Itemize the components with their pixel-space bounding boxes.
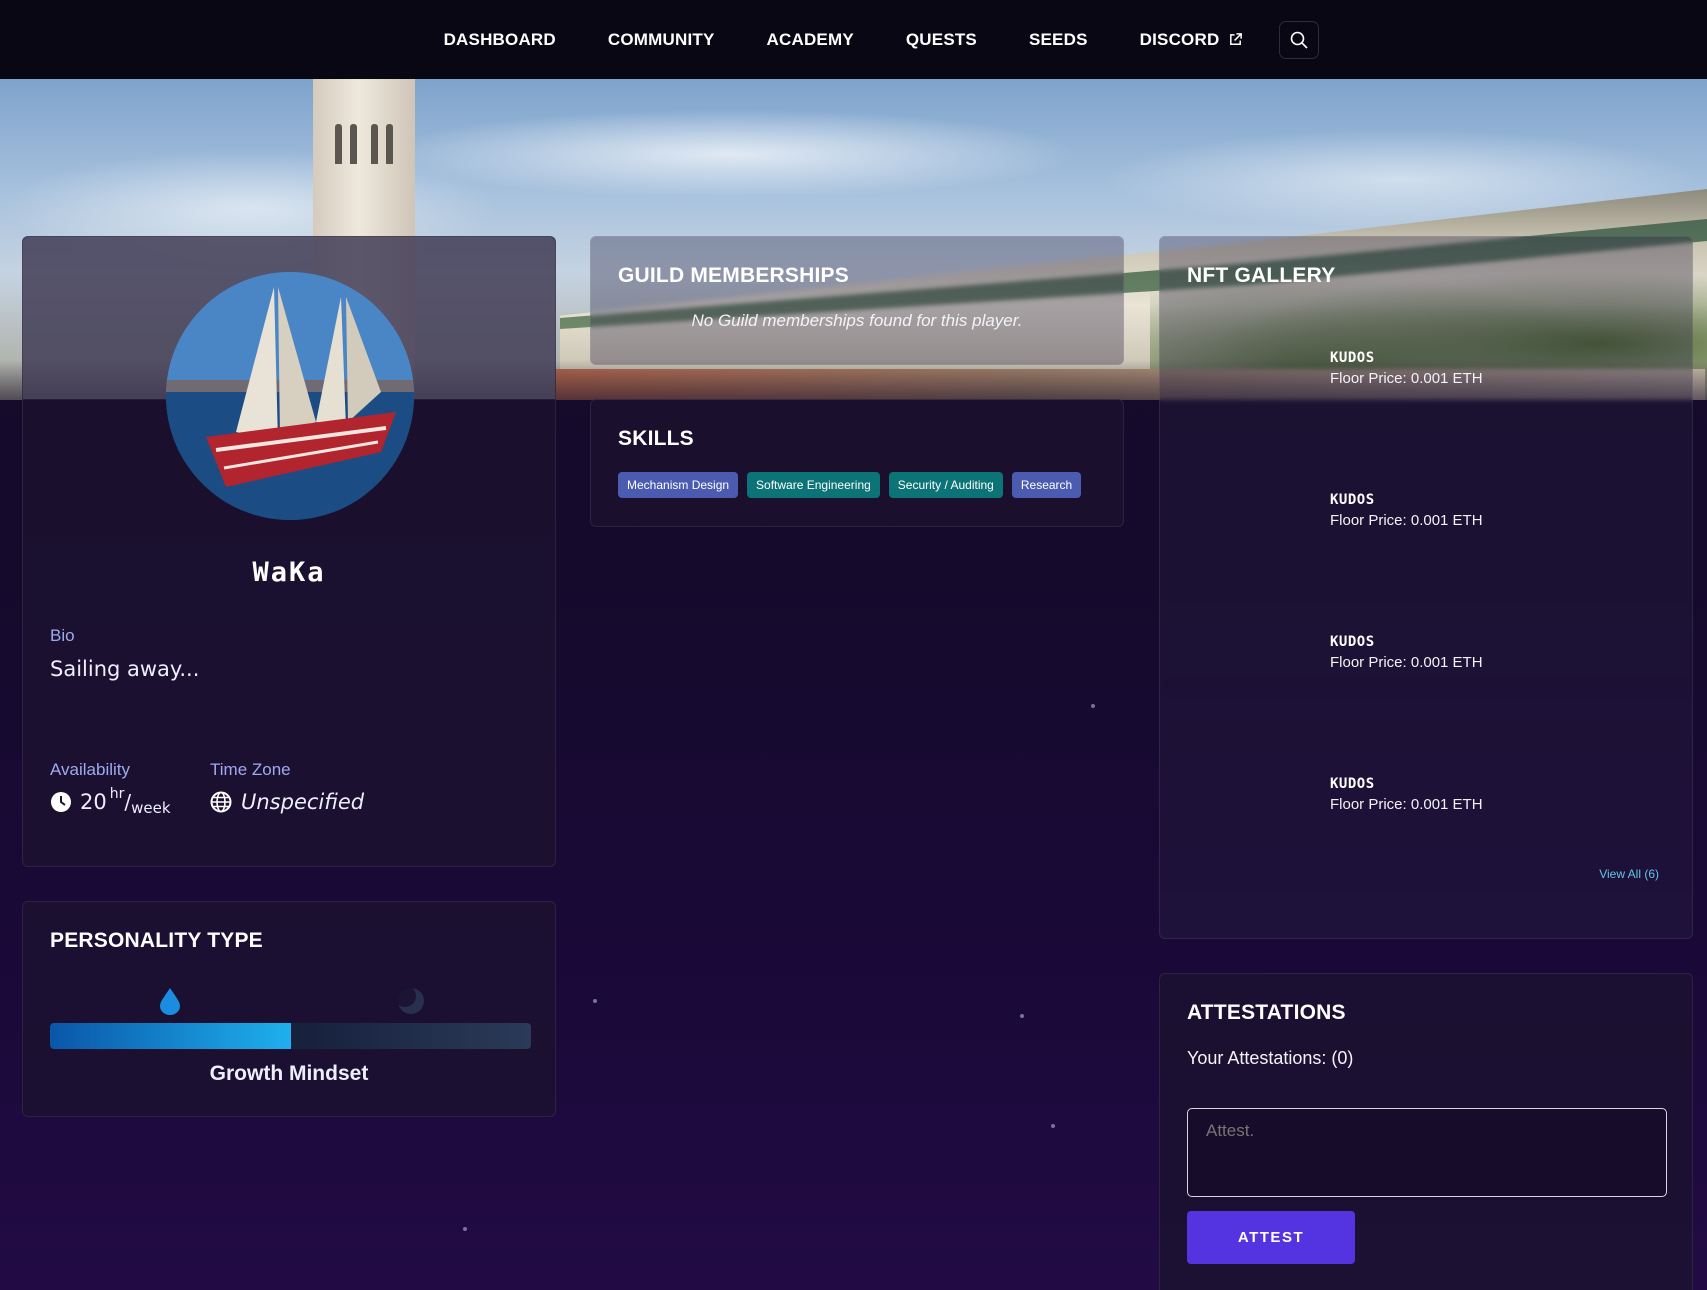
personality-bar	[50, 1023, 531, 1049]
nav-dashboard[interactable]: DASHBOARD	[444, 30, 556, 50]
availability-unit-week: week	[131, 799, 171, 817]
nft-item-name: KUDOS	[1330, 634, 1375, 650]
star-decoration	[1020, 1014, 1024, 1018]
moon-icon	[396, 986, 424, 1014]
nft-item[interactable]: KUDOS Floor Price: 0.001 ETH	[1160, 634, 1692, 694]
water-drop-icon	[160, 988, 180, 1015]
skill-tag[interactable]: Software Engineering	[747, 472, 880, 498]
star-decoration	[1091, 704, 1095, 708]
nav-quests[interactable]: QUESTS	[906, 30, 977, 50]
personality-bar-fill	[50, 1023, 291, 1049]
timezone-text: Unspecified	[241, 790, 365, 814]
skills-title: SKILLS	[618, 427, 694, 450]
attestations-count: Your Attestations: (0)	[1187, 1048, 1354, 1068]
profile-card: WaKa Bio Sailing away... Availability 20…	[22, 236, 556, 867]
skill-tag[interactable]: Research	[1011, 472, 1082, 498]
nft-item[interactable]: KUDOS Floor Price: 0.001 ETH	[1160, 350, 1692, 410]
timezone-label: Time Zone	[210, 760, 291, 779]
availability-label: Availability	[50, 760, 131, 779]
nft-gallery-title: NFT GALLERY	[1187, 264, 1336, 287]
skill-tag[interactable]: Mechanism Design	[618, 472, 739, 498]
nft-item-name: KUDOS	[1330, 350, 1375, 366]
view-all-link[interactable]: View All (6)	[1599, 867, 1659, 881]
star-decoration	[463, 1227, 467, 1231]
skills-card: SKILLS Mechanism Design Software Enginee…	[590, 399, 1124, 527]
nft-item[interactable]: KUDOS Floor Price: 0.001 ETH	[1160, 492, 1692, 552]
avatar	[166, 272, 414, 520]
nft-item-price: Floor Price: 0.001 ETH	[1330, 654, 1483, 671]
personality-title: PERSONALITY TYPE	[50, 929, 263, 952]
personality-label: Growth Mindset	[209, 1062, 369, 1085]
guild-title: GUILD MEMBERSHIPS	[618, 264, 849, 287]
star-decoration	[593, 999, 597, 1003]
clock-icon	[51, 792, 71, 812]
search-button[interactable]	[1279, 20, 1320, 59]
star-decoration	[1051, 1124, 1055, 1128]
availability-unit-hr: hr	[109, 786, 125, 802]
availability-hours: 20	[80, 790, 107, 814]
personality-card: PERSONALITY TYPE Growth Mindset	[22, 901, 556, 1117]
nav-seeds[interactable]: SEEDS	[1029, 30, 1088, 50]
availability-value: 20 hr / week	[50, 786, 171, 817]
guild-memberships-card: GUILD MEMBERSHIPS No Guild memberships f…	[590, 236, 1124, 365]
nav-academy[interactable]: ACADEMY	[767, 30, 854, 50]
attest-input[interactable]	[1187, 1108, 1667, 1197]
bio-text: Sailing away...	[50, 657, 200, 681]
nft-item-price: Floor Price: 0.001 ETH	[1330, 512, 1483, 529]
attestations-title: ATTESTATIONS	[1187, 1001, 1346, 1024]
nav-menu: DASHBOARD COMMUNITY ACADEMY QUESTS SEEDS…	[418, 20, 1320, 59]
attestations-card: ATTESTATIONS Your Attestations: (0) ATTE…	[1159, 973, 1693, 1290]
bio-label: Bio	[50, 626, 75, 645]
player-name: WaKa	[252, 557, 326, 588]
top-nav: DASHBOARD COMMUNITY ACADEMY QUESTS SEEDS…	[0, 0, 1707, 79]
nav-discord[interactable]: DISCORD	[1140, 30, 1244, 50]
search-icon	[1291, 31, 1308, 49]
nav-discord-label: DISCORD	[1139, 29, 1220, 49]
globe-icon	[210, 791, 232, 813]
nft-gallery-card: NFT GALLERY KUDOS Floor Price: 0.001 ETH…	[1159, 236, 1693, 939]
nft-item-name: KUDOS	[1330, 776, 1375, 792]
attest-button[interactable]: ATTEST	[1187, 1211, 1355, 1264]
timezone-value: Unspecified	[210, 790, 364, 814]
skills-tag-list: Mechanism Design Software Engineering Se…	[618, 472, 1090, 498]
nft-item-name: KUDOS	[1330, 492, 1375, 508]
nft-item-price: Floor Price: 0.001 ETH	[1330, 370, 1483, 387]
nav-community[interactable]: COMMUNITY	[608, 30, 715, 50]
guild-empty-text: No Guild memberships found for this play…	[691, 311, 1023, 330]
skill-tag[interactable]: Security / Auditing	[888, 472, 1003, 498]
nft-item[interactable]: KUDOS Floor Price: 0.001 ETH	[1160, 776, 1692, 836]
external-link-icon	[1230, 33, 1243, 45]
nft-item-price: Floor Price: 0.001 ETH	[1330, 796, 1483, 813]
